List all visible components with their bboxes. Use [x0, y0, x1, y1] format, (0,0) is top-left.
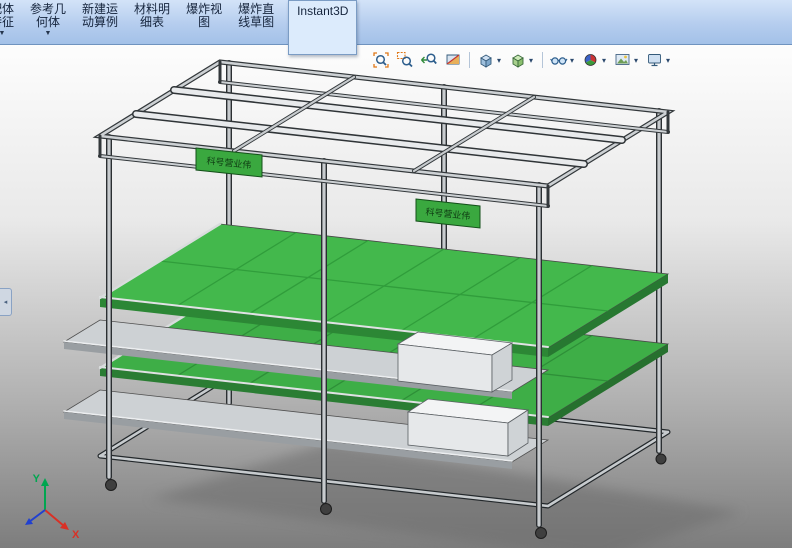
- view-orientation-icon[interactable]: [475, 50, 497, 70]
- button-label-line: 特征: [0, 15, 15, 29]
- dropdown-arrow-icon[interactable]: ▾: [529, 56, 537, 65]
- dropdown-arrow-icon[interactable]: ▼: [0, 30, 5, 37]
- button-label-line: 线草图: [238, 15, 275, 29]
- dropdown-arrow-icon[interactable]: ▼: [45, 30, 52, 37]
- section-view-icon[interactable]: [442, 50, 464, 70]
- view-settings-icon[interactable]: [644, 50, 666, 70]
- chevron-left-icon: ◂: [3, 299, 8, 306]
- button-label-line: 何体: [36, 15, 61, 29]
- zoom-area-icon[interactable]: [394, 50, 416, 70]
- instant3d-button[interactable]: Instant3D: [288, 0, 358, 55]
- display-style-icon[interactable]: [507, 50, 529, 70]
- edit-appearance-icon[interactable]: [580, 50, 602, 70]
- graphics-area[interactable]: 科号营业伟 科号营业伟 Y X ▾ ▾ ▾ ▾ ▾ ▾ ◂: [0, 44, 792, 548]
- exploded-view-button[interactable]: 爆炸视 图: [178, 0, 230, 44]
- explode-line-sketch-button[interactable]: 爆炸直 线草图: [230, 0, 282, 44]
- dropdown-arrow-icon[interactable]: ▾: [497, 56, 505, 65]
- dropdown-arrow-icon[interactable]: ▾: [602, 56, 610, 65]
- dropdown-arrow-icon[interactable]: ▾: [666, 56, 674, 65]
- toolbar-separator: [542, 52, 543, 68]
- panel-collapse-handle[interactable]: ◂: [0, 288, 12, 316]
- button-label-line: 图: [198, 15, 211, 29]
- button-label-line: Instant3D: [297, 4, 349, 18]
- scene-svg[interactable]: 科号营业伟 科号营业伟 Y X: [0, 44, 792, 548]
- bill-of-materials-button[interactable]: 材料明 细表: [126, 0, 178, 44]
- button-label-line: 动算例: [82, 15, 119, 29]
- triad-x-label: X: [72, 529, 80, 541]
- zoom-fit-icon[interactable]: [370, 50, 392, 70]
- toolbar-separator: [469, 52, 470, 68]
- command-manager-toolbar: 配体 特征 ▼ 参考几 何体 ▼ 新建运 动算例 材料明 细表 爆炸视 图 爆炸…: [0, 0, 792, 55]
- upper-drawer-box: [396, 331, 514, 393]
- previous-view-icon[interactable]: [418, 50, 440, 70]
- heads-up-view-toolbar: ▾ ▾ ▾ ▾ ▾ ▾: [370, 50, 674, 70]
- button-label-line: 细表: [140, 15, 165, 29]
- dropdown-arrow-icon[interactable]: ▾: [570, 56, 578, 65]
- triad-y-label: Y: [33, 473, 41, 485]
- dropdown-arrow-icon[interactable]: ▾: [634, 56, 642, 65]
- new-motion-study-button[interactable]: 新建运 动算例: [74, 0, 126, 44]
- hide-show-items-icon[interactable]: [548, 50, 570, 70]
- apply-scene-icon[interactable]: [612, 50, 634, 70]
- reference-geometry-button[interactable]: 参考几 何体 ▼: [22, 0, 74, 44]
- assembly-features-button[interactable]: 配体 特征 ▼: [0, 0, 22, 44]
